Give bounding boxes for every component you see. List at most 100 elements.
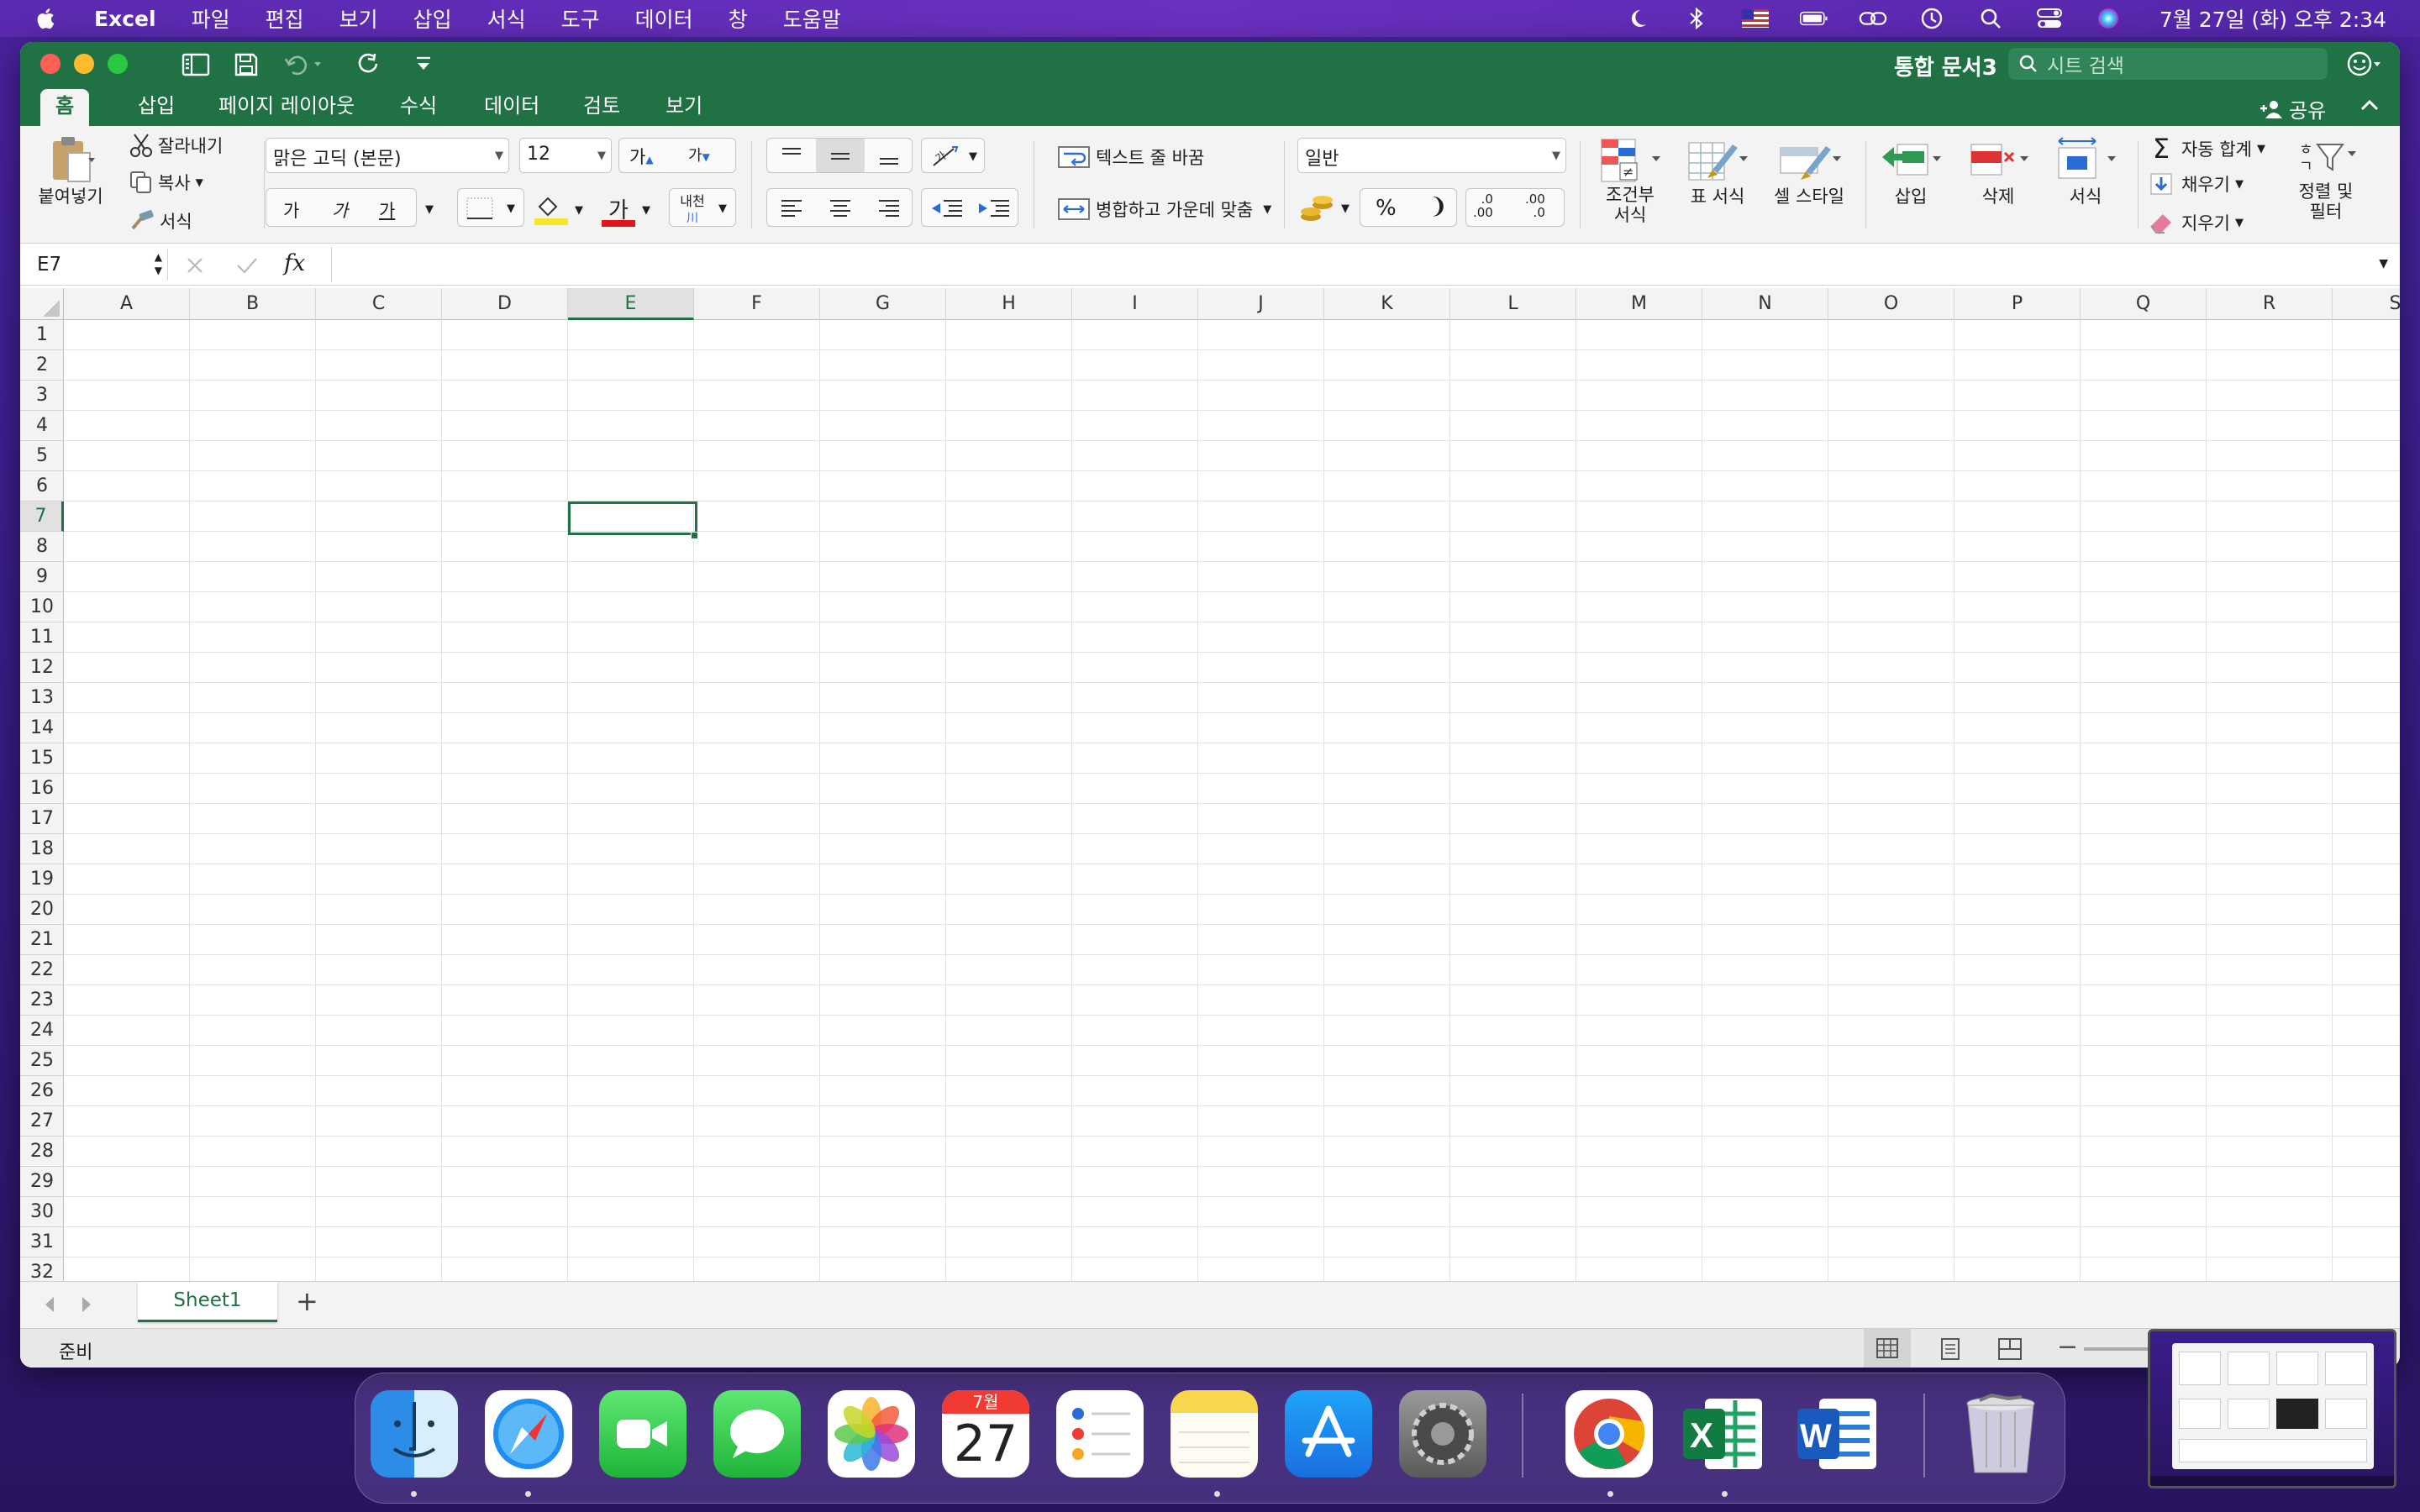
- row-header-13[interactable]: 13: [20, 683, 64, 713]
- row-header-20[interactable]: 20: [20, 895, 64, 925]
- cut-button[interactable]: 잘라내기: [129, 133, 223, 158]
- link-icon[interactable]: [1859, 7, 1887, 30]
- bluetooth-icon[interactable]: [1682, 7, 1711, 30]
- row-header-25[interactable]: 25: [20, 1046, 64, 1076]
- do-not-disturb-icon[interactable]: [1623, 7, 1652, 30]
- row-header-8[interactable]: 8: [20, 532, 64, 562]
- row-header-18[interactable]: 18: [20, 834, 64, 864]
- normal-view-button[interactable]: [1864, 1329, 1911, 1368]
- insert-function-button[interactable]: fx: [284, 250, 305, 276]
- row-header-10[interactable]: 10: [20, 592, 64, 622]
- previous-sheet-icon[interactable]: [42, 1295, 57, 1314]
- column-header-r[interactable]: R: [2207, 288, 2333, 320]
- row-header-6[interactable]: 6: [20, 471, 64, 501]
- row-header-7[interactable]: 7: [20, 501, 64, 532]
- comma-style-button[interactable]: ❩: [1429, 194, 1448, 219]
- notes-icon[interactable]: [1171, 1390, 1258, 1478]
- column-header-m[interactable]: M: [1576, 288, 1702, 320]
- row-header-16[interactable]: 16: [20, 774, 64, 804]
- minimize-window-button[interactable]: [74, 54, 94, 74]
- format-cells-button[interactable]: 서식: [2044, 136, 2128, 207]
- expand-formula-bar-icon[interactable]: ▼: [2379, 257, 2388, 270]
- column-header-j[interactable]: J: [1198, 288, 1324, 320]
- messages-icon[interactable]: [713, 1390, 801, 1478]
- align-bottom-icon[interactable]: [876, 145, 902, 167]
- confirm-entry-icon[interactable]: [235, 255, 259, 276]
- calendar-icon[interactable]: 7월 27: [942, 1390, 1029, 1478]
- font-name-combo[interactable]: 맑은 고딕 (본문) ▼: [266, 138, 509, 173]
- row-header-29[interactable]: 29: [20, 1167, 64, 1197]
- paste-button[interactable]: 붙여넣기: [37, 134, 104, 207]
- row-header-3[interactable]: 3: [20, 381, 64, 411]
- column-header-k[interactable]: K: [1324, 288, 1450, 320]
- borders-button[interactable]: ▼: [457, 188, 524, 227]
- row-header-5[interactable]: 5: [20, 441, 64, 471]
- photos-icon[interactable]: [828, 1390, 915, 1478]
- chrome-icon[interactable]: [1565, 1390, 1653, 1478]
- column-header-q[interactable]: Q: [2081, 288, 2207, 320]
- system-preferences-icon[interactable]: [1399, 1390, 1486, 1478]
- feedback-smiley-icon[interactable]: [2346, 50, 2381, 77]
- sheet-search-field[interactable]: 시트 검색: [2008, 48, 2328, 80]
- menu-view[interactable]: 보기: [339, 3, 378, 34]
- row-header-14[interactable]: 14: [20, 713, 64, 743]
- row-header-19[interactable]: 19: [20, 864, 64, 895]
- menu-file[interactable]: 파일: [192, 3, 230, 34]
- column-header-n[interactable]: N: [1702, 288, 1828, 320]
- siri-icon[interactable]: [2094, 7, 2123, 30]
- align-top-icon[interactable]: [779, 145, 804, 167]
- row-header-26[interactable]: 26: [20, 1076, 64, 1106]
- decrease-decimal-button[interactable]: .00 .0: [1525, 192, 1545, 219]
- row-header-1[interactable]: 1: [20, 320, 64, 350]
- fill-button[interactable]: 채우기 ▼: [2146, 171, 2244, 197]
- row-header-21[interactable]: 21: [20, 925, 64, 955]
- row-header-27[interactable]: 27: [20, 1106, 64, 1137]
- column-header-d[interactable]: D: [442, 288, 568, 320]
- chevron-down-icon[interactable]: ▼: [425, 203, 434, 216]
- align-middle-button[interactable]: [816, 139, 865, 172]
- page-break-view-icon[interactable]: [1998, 1338, 2022, 1360]
- row-header-22[interactable]: 22: [20, 955, 64, 985]
- orientation-button[interactable]: 가 ▼: [921, 138, 985, 173]
- increase-indent-icon[interactable]: [977, 197, 1011, 219]
- row-header-17[interactable]: 17: [20, 804, 64, 834]
- page-layout-view-icon[interactable]: [1939, 1338, 1961, 1360]
- format-painter-button[interactable]: 서식: [129, 208, 192, 234]
- row-header-30[interactable]: 30: [20, 1197, 64, 1227]
- sidebar-toggle-icon[interactable]: [182, 52, 210, 77]
- column-header-o[interactable]: O: [1828, 288, 1954, 320]
- screenshot-thumbnail-preview[interactable]: [2148, 1329, 2396, 1488]
- battery-icon[interactable]: [1799, 7, 1828, 30]
- column-header-s[interactable]: S: [2333, 288, 2400, 320]
- active-cell-e7[interactable]: [568, 501, 697, 535]
- column-header-g[interactable]: G: [820, 288, 946, 320]
- phonetic-guide-button[interactable]: 내천 川 ▼: [669, 188, 736, 227]
- trash-icon[interactable]: [1957, 1390, 2044, 1478]
- column-header-b[interactable]: B: [190, 288, 316, 320]
- font-color-button[interactable]: 가 ▼: [600, 193, 650, 227]
- tab-view[interactable]: 보기: [650, 89, 718, 126]
- font-size-combo[interactable]: 12 ▼: [519, 138, 612, 173]
- cell-styles-button[interactable]: 셀 스타일: [1763, 136, 1855, 207]
- shrink-font-button[interactable]: 가▼: [688, 144, 710, 165]
- zoom-out-icon[interactable]: −: [2057, 1332, 2078, 1362]
- close-window-button[interactable]: [40, 54, 60, 74]
- name-box[interactable]: E7 ▲ ▼: [25, 249, 168, 281]
- menu-data[interactable]: 데이터: [635, 3, 693, 34]
- row-header-28[interactable]: 28: [20, 1137, 64, 1167]
- row-header-15[interactable]: 15: [20, 743, 64, 774]
- customize-toolbar-icon[interactable]: [413, 55, 434, 74]
- percent-style-button[interactable]: %: [1376, 196, 1397, 221]
- time-machine-icon[interactable]: [1918, 7, 1946, 30]
- next-sheet-icon[interactable]: [79, 1295, 94, 1314]
- sort-filter-button[interactable]: ㅎㄱ 정렬 및 필터: [2284, 134, 2368, 222]
- align-center-icon[interactable]: [828, 197, 853, 219]
- app-store-icon[interactable]: [1285, 1390, 1372, 1478]
- accounting-format-button[interactable]: ▼: [1299, 193, 1349, 223]
- menu-tools[interactable]: 도구: [561, 3, 600, 34]
- copy-button[interactable]: 복사 ▼: [129, 170, 203, 195]
- row-header-4[interactable]: 4: [20, 411, 64, 441]
- undo-icon[interactable]: [284, 54, 324, 76]
- underline-button[interactable]: 가: [379, 197, 395, 223]
- italic-button[interactable]: 가: [332, 197, 348, 223]
